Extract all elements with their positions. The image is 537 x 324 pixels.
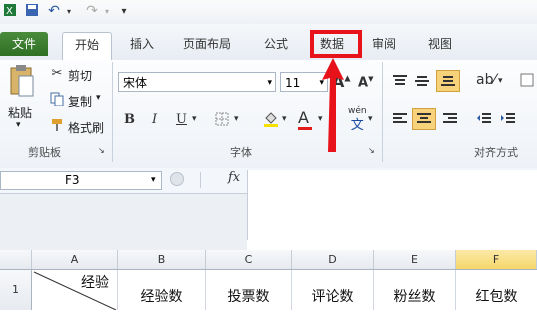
cut-button[interactable]: 剪切 (68, 67, 92, 84)
fill-color-dropdown-icon[interactable]: ▾ (282, 114, 287, 124)
column-header-e[interactable]: E (374, 250, 456, 269)
cell-a1[interactable]: 经验 (32, 270, 118, 310)
tab-review[interactable]: 审阅 (372, 32, 396, 56)
font-group-label: 字体 (230, 146, 252, 159)
name-box-dropdown-icon[interactable]: ▾ (151, 172, 156, 189)
tab-view[interactable]: 视图 (428, 32, 452, 56)
quick-access-toolbar: X ↶ ▾ ↷ ▾ ▾ (0, 0, 537, 24)
formula-input[interactable] (247, 170, 537, 240)
name-box[interactable]: F3 ▾ (0, 171, 162, 190)
ribbon-tabs: 文件 开始 插入 页面布局 公式 数据 审阅 视图 (0, 24, 537, 61)
save-icon[interactable] (24, 3, 40, 20)
phonetic-char: 文 (350, 118, 364, 133)
border-dropdown-icon[interactable]: ▾ (234, 114, 239, 124)
align-middle-icon[interactable] (414, 74, 430, 92)
border-icon[interactable] (214, 111, 230, 131)
cell-d1[interactable]: 评论数 (292, 270, 374, 310)
highlight-box (310, 30, 362, 58)
paste-dropdown-icon[interactable]: ▾ (16, 120, 21, 130)
cell-a1-label: 经验 (81, 275, 109, 291)
shrink-font-icon[interactable]: A▼ (358, 75, 373, 90)
font-name-value: 宋体 (123, 76, 148, 90)
align-right-icon[interactable] (442, 112, 458, 130)
decrease-indent-icon[interactable] (476, 112, 492, 130)
column-header-b[interactable]: B (118, 250, 206, 269)
increase-indent-icon[interactable] (500, 112, 516, 130)
orientation-icon[interactable]: ab⁄ (476, 72, 496, 88)
group-separator (382, 62, 383, 162)
red-arrow-icon (322, 58, 344, 152)
column-header-d[interactable]: D (292, 250, 374, 269)
align-bottom-icon[interactable] (436, 70, 460, 92)
format-painter-button[interactable]: 格式刷 (68, 119, 104, 136)
formula-handle-icon[interactable] (170, 172, 184, 186)
paste-icon[interactable] (6, 64, 36, 100)
row-header-1[interactable]: 1 (0, 270, 32, 310)
align-top-icon[interactable] (392, 74, 408, 92)
group-separator (112, 62, 113, 162)
undo-icon[interactable]: ↶ (46, 3, 62, 20)
format-painter-icon[interactable] (50, 118, 64, 136)
customize-qat-icon[interactable]: ▾ (118, 3, 130, 20)
fx-icon[interactable]: fx (228, 170, 240, 185)
formula-bar-area (0, 194, 247, 250)
name-box-value: F3 (65, 173, 80, 187)
tab-home[interactable]: 开始 (62, 32, 112, 61)
column-header-c[interactable]: C (206, 250, 292, 269)
orientation-dropdown-icon[interactable]: ▾ (498, 76, 503, 86)
ribbon: 粘贴 ▾ ✂ 剪切 复制 ▾ 格式刷 剪贴板 ↘ 宋体 ▾ 11 ▾ A▲ A▼… (0, 60, 537, 169)
fill-color-icon[interactable] (262, 110, 280, 132)
cell-b1[interactable]: 经验数 (118, 270, 206, 310)
font-launcher-icon[interactable]: ↘ (368, 146, 375, 155)
alignment-group-label: 对齐方式 (474, 146, 518, 159)
align-center-icon[interactable] (412, 108, 436, 130)
phonetic-dropdown-icon[interactable]: ▾ (368, 114, 373, 124)
column-header-f[interactable]: F (456, 250, 537, 269)
clipboard-launcher-icon[interactable]: ↘ (98, 146, 105, 155)
underline-dropdown-icon[interactable]: ▾ (192, 114, 197, 124)
undo-dropdown-icon[interactable]: ▾ (64, 3, 74, 20)
phonetic-icon[interactable]: wén 文 (348, 106, 367, 133)
font-name-dropdown-icon[interactable]: ▾ (267, 73, 272, 93)
italic-button[interactable]: I (152, 112, 157, 127)
paste-label[interactable]: 粘贴 (8, 104, 32, 121)
copy-button[interactable]: 复制 (68, 93, 92, 110)
column-headers: A B C D E F (0, 250, 537, 270)
font-color-icon[interactable]: A (298, 108, 312, 130)
copy-dropdown-icon[interactable]: ▾ (96, 93, 101, 103)
cell-e1[interactable]: 粉丝数 (374, 270, 456, 310)
font-name-combo[interactable]: 宋体 ▾ (118, 72, 276, 92)
cell-f1[interactable]: 红包数 (456, 270, 537, 310)
underline-button[interactable]: U (176, 112, 187, 127)
select-all-corner[interactable] (0, 250, 32, 269)
copy-icon[interactable] (50, 92, 64, 110)
column-header-a[interactable]: A (32, 250, 118, 269)
clipboard-group-label: 剪贴板 (28, 146, 61, 159)
scissors-icon[interactable]: ✂ (50, 66, 64, 81)
wrap-text-icon[interactable] (520, 72, 534, 92)
excel-logo-icon: X (2, 3, 18, 20)
tab-insert[interactable]: 插入 (130, 32, 154, 56)
svg-text:X: X (6, 6, 13, 17)
cell-c1[interactable]: 投票数 (206, 270, 292, 310)
bold-button[interactable]: B (124, 112, 135, 127)
font-size-value: 11 (285, 76, 301, 90)
tab-formulas[interactable]: 公式 (264, 32, 288, 56)
align-left-icon[interactable] (392, 112, 408, 130)
redo-icon[interactable]: ↷ (84, 3, 100, 20)
redo-dropdown-icon[interactable]: ▾ (102, 3, 112, 20)
tab-file[interactable]: 文件 (0, 32, 48, 56)
tab-page-layout[interactable]: 页面布局 (183, 32, 231, 56)
formula-divider (200, 172, 201, 188)
